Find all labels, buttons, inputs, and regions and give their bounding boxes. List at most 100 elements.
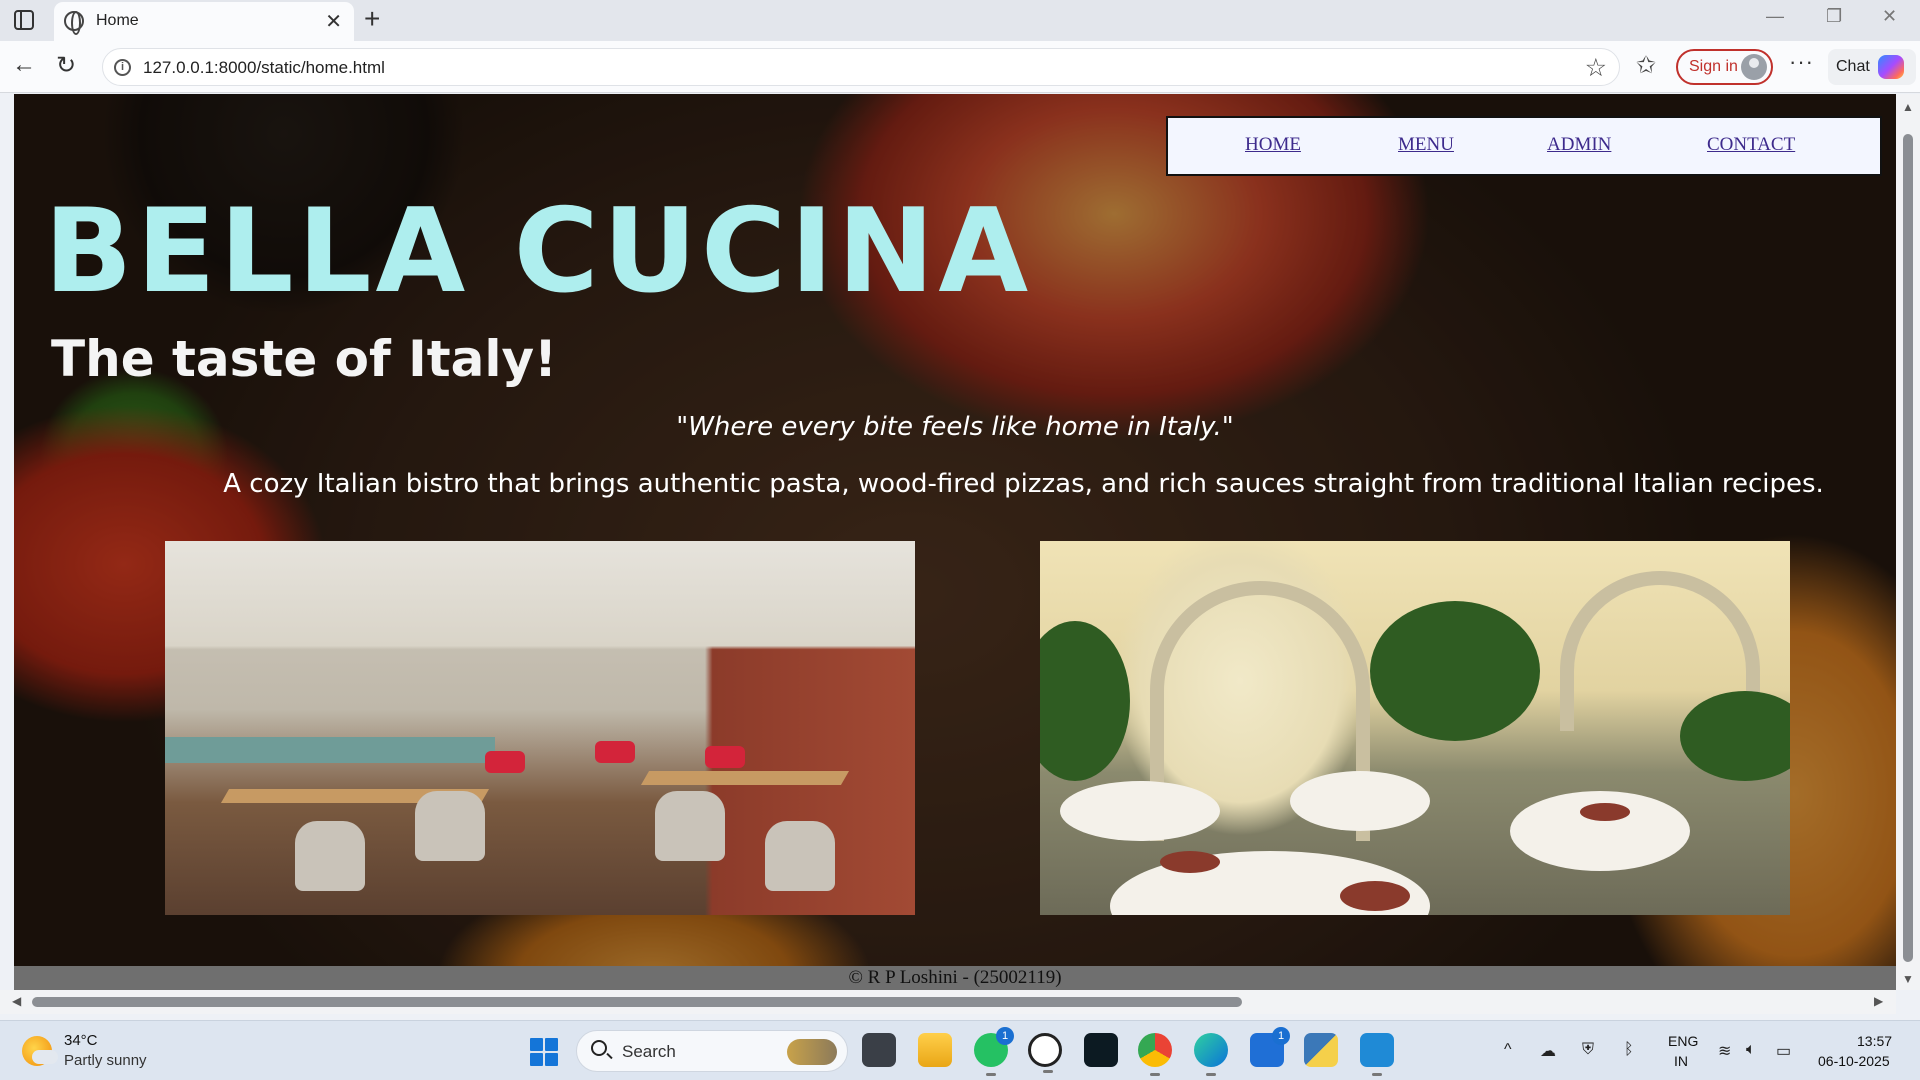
store-badge: 1: [1272, 1027, 1290, 1045]
red-seat: [595, 741, 635, 763]
tab-home[interactable]: Home ✕: [54, 2, 354, 41]
scroll-down-icon[interactable]: ▼: [1902, 972, 1914, 986]
edge-icon[interactable]: [1194, 1033, 1228, 1076]
scroll-up-icon[interactable]: ▲: [1902, 100, 1914, 114]
nav-link-admin[interactable]: ADMIN: [1547, 134, 1611, 156]
vscode-icon[interactable]: [1360, 1033, 1394, 1076]
taskbar-search[interactable]: Search: [576, 1030, 848, 1072]
minimize-button[interactable]: —: [1766, 6, 1784, 27]
start-button[interactable]: [530, 1038, 558, 1066]
nav-link-menu[interactable]: MENU: [1398, 134, 1454, 156]
wifi-icon[interactable]: ≋: [1718, 1041, 1731, 1061]
language-code[interactable]: ENG: [1668, 1033, 1698, 1049]
windows-logo-tile: [530, 1038, 543, 1051]
weather-icon[interactable]: [22, 1036, 58, 1066]
chair-shape: [765, 821, 835, 891]
chair-shape: [295, 821, 365, 891]
chat-label: Chat: [1836, 58, 1870, 75]
python-icon[interactable]: [1304, 1033, 1338, 1067]
taskbar: 34°C Partly sunny Search 1 1 ^ ☁ ⛨ ᛒ ENG…: [0, 1020, 1920, 1080]
site-info-icon[interactable]: i: [114, 59, 131, 76]
whatsapp-badge: 1: [996, 1027, 1014, 1045]
brand-title: BELLA CUCINA: [44, 184, 1033, 319]
clock-time[interactable]: 13:57: [1857, 1033, 1892, 1049]
tablecloth-shape: [1060, 781, 1220, 841]
clock-date[interactable]: 06-10-2025: [1818, 1053, 1890, 1069]
tagline: The taste of Italy!: [51, 330, 557, 388]
description: A cozy Italian bistro that brings authen…: [223, 469, 1824, 499]
url-text[interactable]: 127.0.0.1:8000/static/home.html: [143, 58, 385, 78]
search-icon: [591, 1040, 607, 1056]
sign-in-button[interactable]: Sign in: [1676, 49, 1773, 85]
running-indicator: [1372, 1073, 1382, 1076]
horizontal-scroll-thumb[interactable]: [32, 997, 1242, 1007]
site-nav: HOME MENU ADMIN CONTACT: [1166, 116, 1882, 176]
battery-icon[interactable]: ▭: [1776, 1041, 1791, 1061]
restore-button[interactable]: ❐: [1826, 6, 1842, 27]
address-bar: ← ↻ i 127.0.0.1:8000/static/home.html ☆ …: [0, 41, 1920, 93]
scroll-right-icon[interactable]: ▶: [1874, 994, 1883, 1008]
avatar-icon: [1741, 54, 1767, 80]
chatgpt-icon[interactable]: [1028, 1033, 1062, 1073]
globe-icon: [64, 11, 84, 35]
tab-bar: Home ✕ + — ❐ ✕: [0, 0, 1920, 41]
vertical-scrollbar[interactable]: ▲ ▼: [1896, 94, 1920, 990]
folder-icon[interactable]: [918, 1033, 952, 1067]
favorites-icon[interactable]: ✩: [1636, 51, 1656, 80]
scroll-left-icon[interactable]: ◀: [12, 994, 21, 1008]
close-window-button[interactable]: ✕: [1882, 6, 1897, 27]
file-explorer-icon[interactable]: [862, 1033, 896, 1067]
page-footer: © R P Loshini - (25002119): [14, 966, 1896, 990]
bluetooth-icon[interactable]: ᛒ: [1624, 1041, 1634, 1059]
back-arrow-icon[interactable]: ←: [12, 51, 36, 79]
chevron-up-icon[interactable]: ^: [1504, 1041, 1512, 1059]
weather-temp[interactable]: 34°C: [64, 1032, 98, 1049]
running-indicator: [1150, 1073, 1160, 1076]
windows-logo-tile: [545, 1038, 558, 1051]
ai-app-icon[interactable]: [1084, 1033, 1118, 1067]
courtyard-dining-image: [1040, 541, 1790, 915]
quote: "Where every bite feels like home in Ita…: [676, 412, 1234, 442]
plate-shape: [1340, 881, 1410, 911]
weather-condition[interactable]: Partly sunny: [64, 1052, 147, 1069]
chat-button[interactable]: Chat: [1828, 49, 1916, 85]
running-indicator: [986, 1073, 996, 1076]
onedrive-icon[interactable]: ☁: [1540, 1041, 1556, 1061]
language-region[interactable]: IN: [1674, 1053, 1688, 1069]
favorite-star-icon[interactable]: ☆: [1585, 53, 1607, 83]
nav-link-contact[interactable]: CONTACT: [1707, 134, 1795, 156]
volume-icon[interactable]: 🔈︎: [1746, 1041, 1756, 1059]
store-icon[interactable]: 1: [1250, 1027, 1290, 1067]
tree-shape: [1680, 691, 1790, 781]
windows-logo-tile: [530, 1053, 543, 1066]
windows-logo-tile: [545, 1053, 558, 1066]
search-label: Search: [622, 1042, 676, 1061]
new-tab-button[interactable]: +: [364, 3, 380, 35]
chair-shape: [415, 791, 485, 861]
url-field[interactable]: i 127.0.0.1:8000/static/home.html ☆: [102, 48, 1620, 86]
chrome-icon[interactable]: [1138, 1033, 1172, 1076]
table-shape: [640, 771, 850, 785]
vertical-scroll-thumb[interactable]: [1903, 134, 1913, 962]
chair-shape: [655, 791, 725, 861]
plate-shape: [1160, 851, 1220, 873]
search-highlight-icon: [787, 1039, 837, 1065]
plate-shape: [1580, 803, 1630, 821]
running-indicator: [1043, 1070, 1053, 1073]
page-viewport: HOME MENU ADMIN CONTACT BELLA CUCINA The…: [14, 94, 1896, 990]
security-shield-icon[interactable]: ⛨: [1582, 1041, 1594, 1059]
more-options-icon[interactable]: ···: [1789, 49, 1814, 75]
nav-link-home[interactable]: HOME: [1245, 134, 1301, 156]
tree-shape: [1040, 621, 1130, 781]
horizontal-scrollbar[interactable]: ◀ ▶: [0, 990, 1896, 1014]
whatsapp-icon[interactable]: 1: [974, 1027, 1014, 1076]
red-seat: [485, 751, 525, 773]
reload-icon[interactable]: ↻: [56, 51, 76, 80]
bench: [165, 737, 495, 763]
sidebar-toggle-icon[interactable]: [14, 10, 34, 30]
tab-title: Home: [96, 12, 139, 29]
tree-shape: [1370, 601, 1540, 741]
close-tab-icon[interactable]: ✕: [325, 9, 342, 34]
copilot-icon: [1878, 55, 1904, 79]
restaurant-interior-image: [165, 541, 915, 915]
